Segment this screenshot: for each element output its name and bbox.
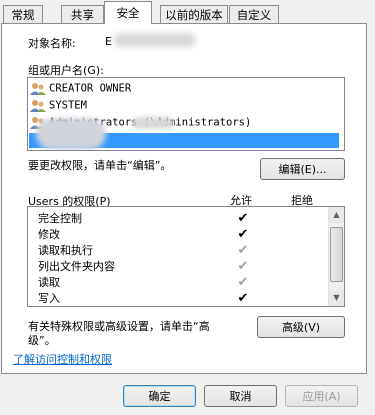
- user-name: CREATOR OWNER: [49, 82, 132, 95]
- permission-name: 完全控制: [38, 212, 82, 225]
- special-permissions-text-line2: 级”。: [28, 334, 56, 347]
- advanced-button[interactable]: 高级(V): [257, 316, 345, 338]
- learn-access-control-link[interactable]: 了解访问控制和权限: [13, 351, 112, 367]
- user-group-icon: [30, 100, 46, 112]
- tab-general[interactable]: 常规: [3, 5, 43, 23]
- permission-name: 读取和执行: [38, 244, 93, 257]
- tab-previous-versions[interactable]: 以前的版本: [160, 5, 228, 23]
- redacted-user-cover: [36, 118, 106, 150]
- scroll-up-icon[interactable]: ▲: [329, 207, 344, 223]
- tab-customize-label: 自定义: [236, 8, 272, 22]
- tab-sharing[interactable]: 共享: [61, 5, 104, 23]
- user-group-icon: [30, 83, 46, 95]
- tab-strip: 常规 共享 安全 以前的版本 自定义: [0, 0, 375, 24]
- permission-row: 读取 ✔: [34, 275, 344, 291]
- user-row-system[interactable]: SYSTEM: [30, 97, 87, 114]
- permission-name: 写入: [38, 292, 60, 305]
- tab-sharing-label: 共享: [71, 8, 94, 22]
- allow-check-icon: ✔: [237, 227, 249, 242]
- ok-button[interactable]: 确定: [123, 385, 196, 407]
- tab-security-label: 安全: [116, 6, 140, 20]
- users-listbox[interactable]: CREATOR OWNER SYSTEM Administrators (\Ad…: [27, 77, 345, 151]
- permissions-scrollbar[interactable]: ▲ ▼: [328, 207, 344, 306]
- permission-row: 修改 ✔: [34, 227, 344, 243]
- permission-name: 修改: [38, 228, 60, 241]
- redacted-domain: [132, 117, 174, 129]
- security-panel: 对象名称: E 组或用户名(G): CREATOR OWNER SYSTEM A…: [1, 23, 367, 374]
- object-name-label: 对象名称:: [28, 37, 76, 50]
- permission-row: 写入 ✔: [34, 291, 344, 306]
- allow-check-icon: ✔: [237, 259, 249, 274]
- change-permissions-text: 要更改权限，请单击“编辑”。: [28, 159, 172, 172]
- permission-row: 完全控制 ✔: [34, 211, 344, 227]
- allow-check-icon: ✔: [237, 275, 249, 290]
- group-users-label: 组或用户名(G):: [28, 64, 104, 77]
- permission-row: 列出文件夹内容 ✔: [34, 259, 344, 275]
- apply-button[interactable]: 应用(A): [285, 385, 358, 407]
- redacted-path: [114, 33, 196, 47]
- tab-customize[interactable]: 自定义: [229, 5, 279, 23]
- user-name: SYSTEM: [49, 99, 87, 112]
- object-name-value: E: [105, 35, 112, 48]
- permission-name: 列出文件夹内容: [38, 260, 115, 273]
- permissions-list[interactable]: 完全控制 ✔ 修改 ✔ 读取和执行 ✔ 列出文件夹内容 ✔ 读取 ✔ 写入 ✔ …: [27, 206, 345, 307]
- permission-row: 读取和执行 ✔: [34, 243, 344, 259]
- scroll-thumb[interactable]: [330, 227, 343, 282]
- permission-name: 读取: [38, 276, 60, 289]
- tab-general-label: 常规: [11, 8, 35, 22]
- allow-check-icon: ✔: [237, 211, 249, 226]
- edit-button[interactable]: 编辑(E)...: [260, 158, 345, 180]
- allow-check-icon: ✔: [237, 243, 249, 258]
- user-row-creator-owner[interactable]: CREATOR OWNER: [30, 80, 131, 97]
- tab-security[interactable]: 安全: [104, 1, 152, 24]
- allow-check-icon: ✔: [237, 291, 249, 306]
- scroll-down-icon[interactable]: ▼: [329, 290, 344, 306]
- tab-previous-versions-label: 以前的版本: [165, 8, 223, 22]
- cancel-button[interactable]: 取消: [204, 385, 277, 407]
